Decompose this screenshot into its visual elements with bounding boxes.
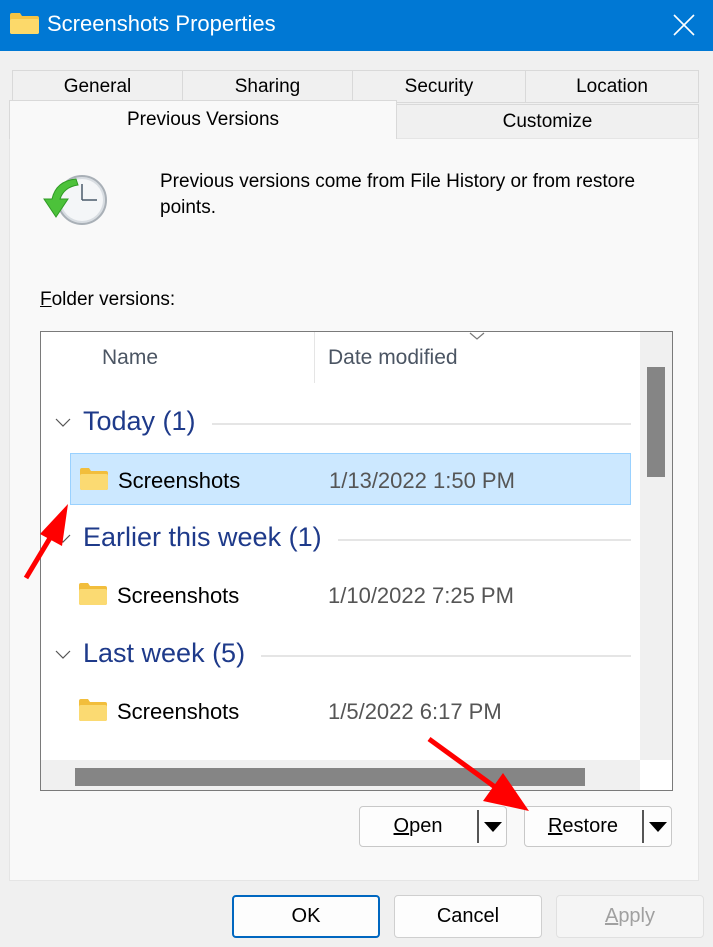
tab-sharing[interactable]: Sharing [182,70,353,103]
button-label: Cancel [436,905,500,927]
dropdown-arrow-icon [649,821,667,832]
button-label: pply [618,905,656,927]
apply-button: Apply [556,895,704,938]
group-header-last-week[interactable]: Last week (5) [41,635,631,675]
open-split-button[interactable]: Open [359,806,507,847]
restore-dropdown-button[interactable] [643,807,673,846]
list-item[interactable]: Screenshots 1/5/2022 6:17 PM [70,685,631,737]
item-date: 1/5/2022 6:17 PM [328,699,502,724]
restore-button[interactable]: Restore [525,807,641,846]
tab-security[interactable]: Security [352,70,526,103]
accelerator-key: R [547,815,563,837]
accelerator-key: A [604,905,619,927]
cancel-button[interactable]: Cancel [394,895,542,938]
ok-button[interactable]: OK [232,895,380,938]
close-button[interactable] [664,6,704,44]
folder-icon [79,583,107,605]
column-divider[interactable] [314,332,315,383]
open-dropdown-button[interactable] [478,807,508,846]
horizontal-scrollbar-thumb[interactable] [75,768,585,786]
tab-label: Customize [502,111,593,132]
list-item[interactable]: Screenshots 1/13/2022 1:50 PM [70,453,631,505]
open-button[interactable]: Open [360,807,476,846]
dropdown-arrow-icon [484,821,502,832]
folder-versions-list[interactable]: Name Date modified Today (1) Screenshots… [40,331,673,791]
folder-versions-label: Folder versions: [40,289,175,311]
tab-previous-versions[interactable]: Previous Versions [9,100,397,139]
item-date: 1/13/2022 1:50 PM [329,468,515,493]
tab-label: General [63,75,132,97]
group-label: Earlier this week (1) [83,522,338,553]
tab-label: Sharing [234,75,301,97]
chevron-down-icon [469,332,485,340]
description-text: Previous versions come from File History… [160,171,636,218]
folder-icon [80,468,108,490]
tab-label: Location [576,75,648,97]
close-icon [673,14,695,36]
chevron-down-icon[interactable] [55,647,71,661]
accelerator-key: O [393,815,410,837]
restore-clock-icon [43,175,107,225]
item-name: Screenshots [117,699,240,724]
title-bar: Screenshots Properties [0,0,713,51]
group-label: Today (1) [83,406,212,437]
item-name: Screenshots [118,468,241,493]
group-label: Last week (5) [83,638,262,669]
item-name: Screenshots [117,583,240,608]
tab-label: Previous Versions [126,109,280,130]
vertical-scrollbar-thumb[interactable] [647,367,665,477]
tab-label: Security [404,75,474,97]
chevron-down-icon[interactable] [55,415,71,429]
button-label: OK [291,905,321,927]
group-header-today[interactable]: Today (1) [41,403,631,443]
group-header-earlier-this-week[interactable]: Earlier this week (1) [41,519,631,559]
vertical-scrollbar[interactable] [640,332,672,760]
accelerator-key: F [40,289,52,310]
window-title: Screenshots Properties [47,11,276,36]
horizontal-scrollbar[interactable] [41,760,640,790]
button-label: pen [409,815,443,837]
folder-icon [79,699,107,721]
restore-split-button[interactable]: Restore [524,806,672,847]
item-date: 1/10/2022 7:25 PM [328,583,514,608]
list-item[interactable]: Screenshots 1/10/2022 7:25 PM [70,569,631,621]
tab-general[interactable]: General [12,70,183,103]
column-header-name[interactable]: Name [102,346,158,370]
column-header-date-modified[interactable]: Date modified [328,346,458,370]
tab-customize[interactable]: Customize [396,104,699,140]
tab-location[interactable]: Location [525,70,699,103]
chevron-down-icon[interactable] [55,531,71,545]
label-text: older versions: [51,289,176,310]
button-label: estore [562,815,619,837]
folder-icon [10,13,39,34]
